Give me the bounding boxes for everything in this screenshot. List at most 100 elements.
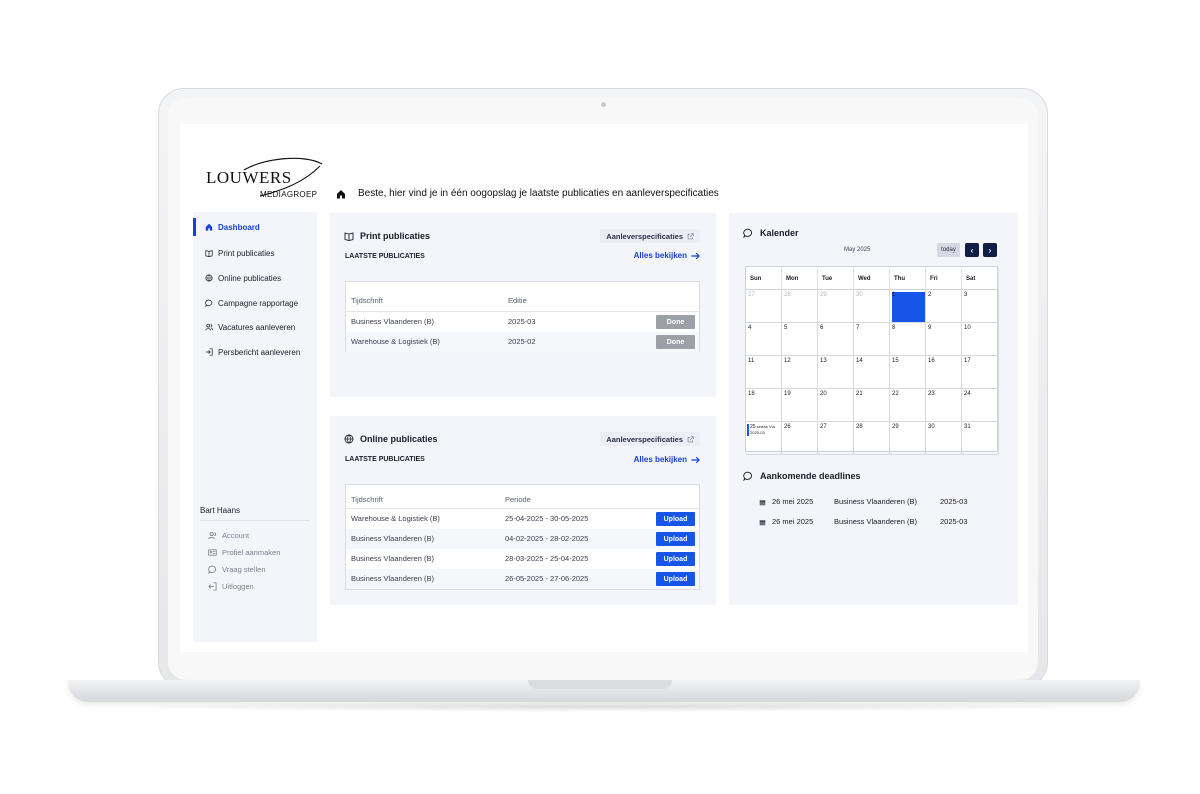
calendar-card: Kalender May 2025 today ‹ › Sun Mon Tue Wed… [729,213,1018,605]
calendar-day[interactable]: 28 [782,290,818,323]
calendar-day[interactable]: 17 [962,356,999,389]
logout-link[interactable]: Uitloggen [208,579,254,593]
calendar-day[interactable]: 21 [854,389,890,422]
day-number: 16 [928,358,935,364]
calendar-day[interactable]: 2 [926,290,962,323]
arrow-right-icon [691,252,700,259]
deadline-title: Business Vlaanderen (B) [834,497,917,506]
sidebar-item-vacancies[interactable]: Vacatures aanleveren [193,318,317,336]
logo[interactable]: LOUWERS MEDIAGROEP [204,156,324,204]
see-all-link[interactable]: Alles bekijken [634,455,700,464]
next-month-button[interactable]: › [983,243,997,257]
sidebar-item-dashboard[interactable]: Dashboard [193,218,317,236]
upload-button[interactable]: Upload [656,572,695,586]
calendar-day[interactable]: 5 [782,323,818,356]
day-number: 9 [928,325,932,331]
publication-edition: 2025-02 [508,337,536,346]
calendar-header: Kalender [743,228,799,238]
calendar-day[interactable]: 26 [782,422,818,455]
calendar-day[interactable]: 13 [818,356,854,389]
day-number: 27 [748,292,755,298]
event-edition: 2025-03 [750,430,765,435]
publication-period: 04-02-2025 - 28-02-2025 [505,534,589,543]
calendar-day[interactable]: 16 [926,356,962,389]
deadline-date: 26 mei 2025 [772,497,814,506]
day-number: 15 [892,358,899,364]
calendar-day[interactable]: 23 [926,389,962,422]
day-number: 3 [964,292,968,298]
sidebar-item-print[interactable]: Print publicaties [193,244,317,262]
calendar-day[interactable]: 3 [962,290,999,323]
calendar-day[interactable]: 15 [890,356,926,389]
today-button[interactable]: today [937,243,960,257]
home-icon [205,223,213,231]
calendar-day[interactable]: 14 [854,356,890,389]
calendar-day[interactable]: 10 [962,323,999,356]
specifications-label: Aanleverspecificaties [606,231,683,241]
see-all-link[interactable]: Alles bekijken [634,251,700,260]
calendar-day[interactable]: 18 [746,389,782,422]
weekday-header: Tue [818,267,854,290]
deadlines-header: Aankomende deadlines [743,471,861,481]
calendar-day[interactable]: 19 [782,389,818,422]
publication-period: 26-05-2025 - 27-06-2025 [505,574,589,583]
sidebar-item-label: Persbericht aanleveren [218,347,301,357]
calendar-day[interactable]: 1 [890,290,926,323]
calendar-event[interactable]: 25siness Vla 2025-03 [747,424,780,436]
calendar-day[interactable]: 20 [818,389,854,422]
day-number: 4 [748,325,752,331]
calendar-day[interactable]: 30 [926,422,962,455]
external-link-icon [687,435,694,442]
calendar-day[interactable]: 29 [890,422,926,455]
upload-button[interactable]: Upload [656,512,695,526]
prev-month-button[interactable]: ‹ [965,243,979,257]
calendar-day[interactable]: 28 [854,422,890,455]
specifications-button[interactable]: Aanleverspecificaties [600,229,700,243]
calendar-day[interactable]: 29 [818,290,854,323]
calendar-day[interactable]: 9 [926,323,962,356]
account-link[interactable]: Account [208,528,249,542]
home-icon[interactable] [336,189,346,199]
calendar-day[interactable]: 30 [854,290,890,323]
done-button[interactable]: Done [656,315,695,329]
calendar-day[interactable]: 31 [962,422,999,455]
day-number: 21 [856,391,863,397]
day-number: 26 [784,424,791,430]
camera-dot [601,102,606,107]
calendar-day[interactable]: 27 [746,290,782,323]
specifications-button[interactable]: Aanleverspecificaties [600,432,700,446]
calendar-day[interactable]: 7 [854,323,890,356]
ask-question-link[interactable]: Vraag stellen [208,562,266,576]
upload-button[interactable]: Upload [656,532,695,546]
upload-button[interactable]: Upload [656,552,695,566]
sidebar-item-press[interactable]: Persbericht aanleveren [193,343,317,361]
done-button[interactable]: Done [656,335,695,349]
calendar-day[interactable]: 25siness Vla 2025-03 [746,422,782,455]
day-number: 10 [964,325,971,331]
calendar-day[interactable]: 11 [746,356,782,389]
calendar-day[interactable]: 6 [818,323,854,356]
sidebar-item-online[interactable]: Online publicaties [193,269,317,287]
create-profile-link-label: Profiel aanmaken [222,547,281,557]
calendar-icon [759,520,766,526]
calendar-day[interactable]: 12 [782,356,818,389]
day-number: 30 [856,292,863,298]
day-number: 13 [820,358,827,364]
specifications-label: Aanleverspecificaties [606,434,683,444]
logout-icon [208,581,217,591]
sidebar-item-campaign[interactable]: Campagne rapportage [193,294,317,312]
calendar-day[interactable]: 27 [818,422,854,455]
sidebar-item-label: Dashboard [218,222,260,232]
calendar-day[interactable]: 8 [890,323,926,356]
create-profile-link[interactable]: Profiel aanmaken [208,545,280,559]
book-icon [344,232,354,241]
weekday-header: Mon [782,267,818,290]
sidebar: Dashboard Print publicaties Online publi… [193,212,317,642]
day-number: 23 [928,391,935,397]
calendar-day[interactable]: 24 [962,389,999,422]
online-table: Tijdschrift Periode Warehouse & Logistie… [345,484,700,590]
calendar-day[interactable]: 22 [890,389,926,422]
day-number: 11 [748,358,755,364]
day-number: 20 [820,391,827,397]
calendar-day[interactable]: 4 [746,323,782,356]
